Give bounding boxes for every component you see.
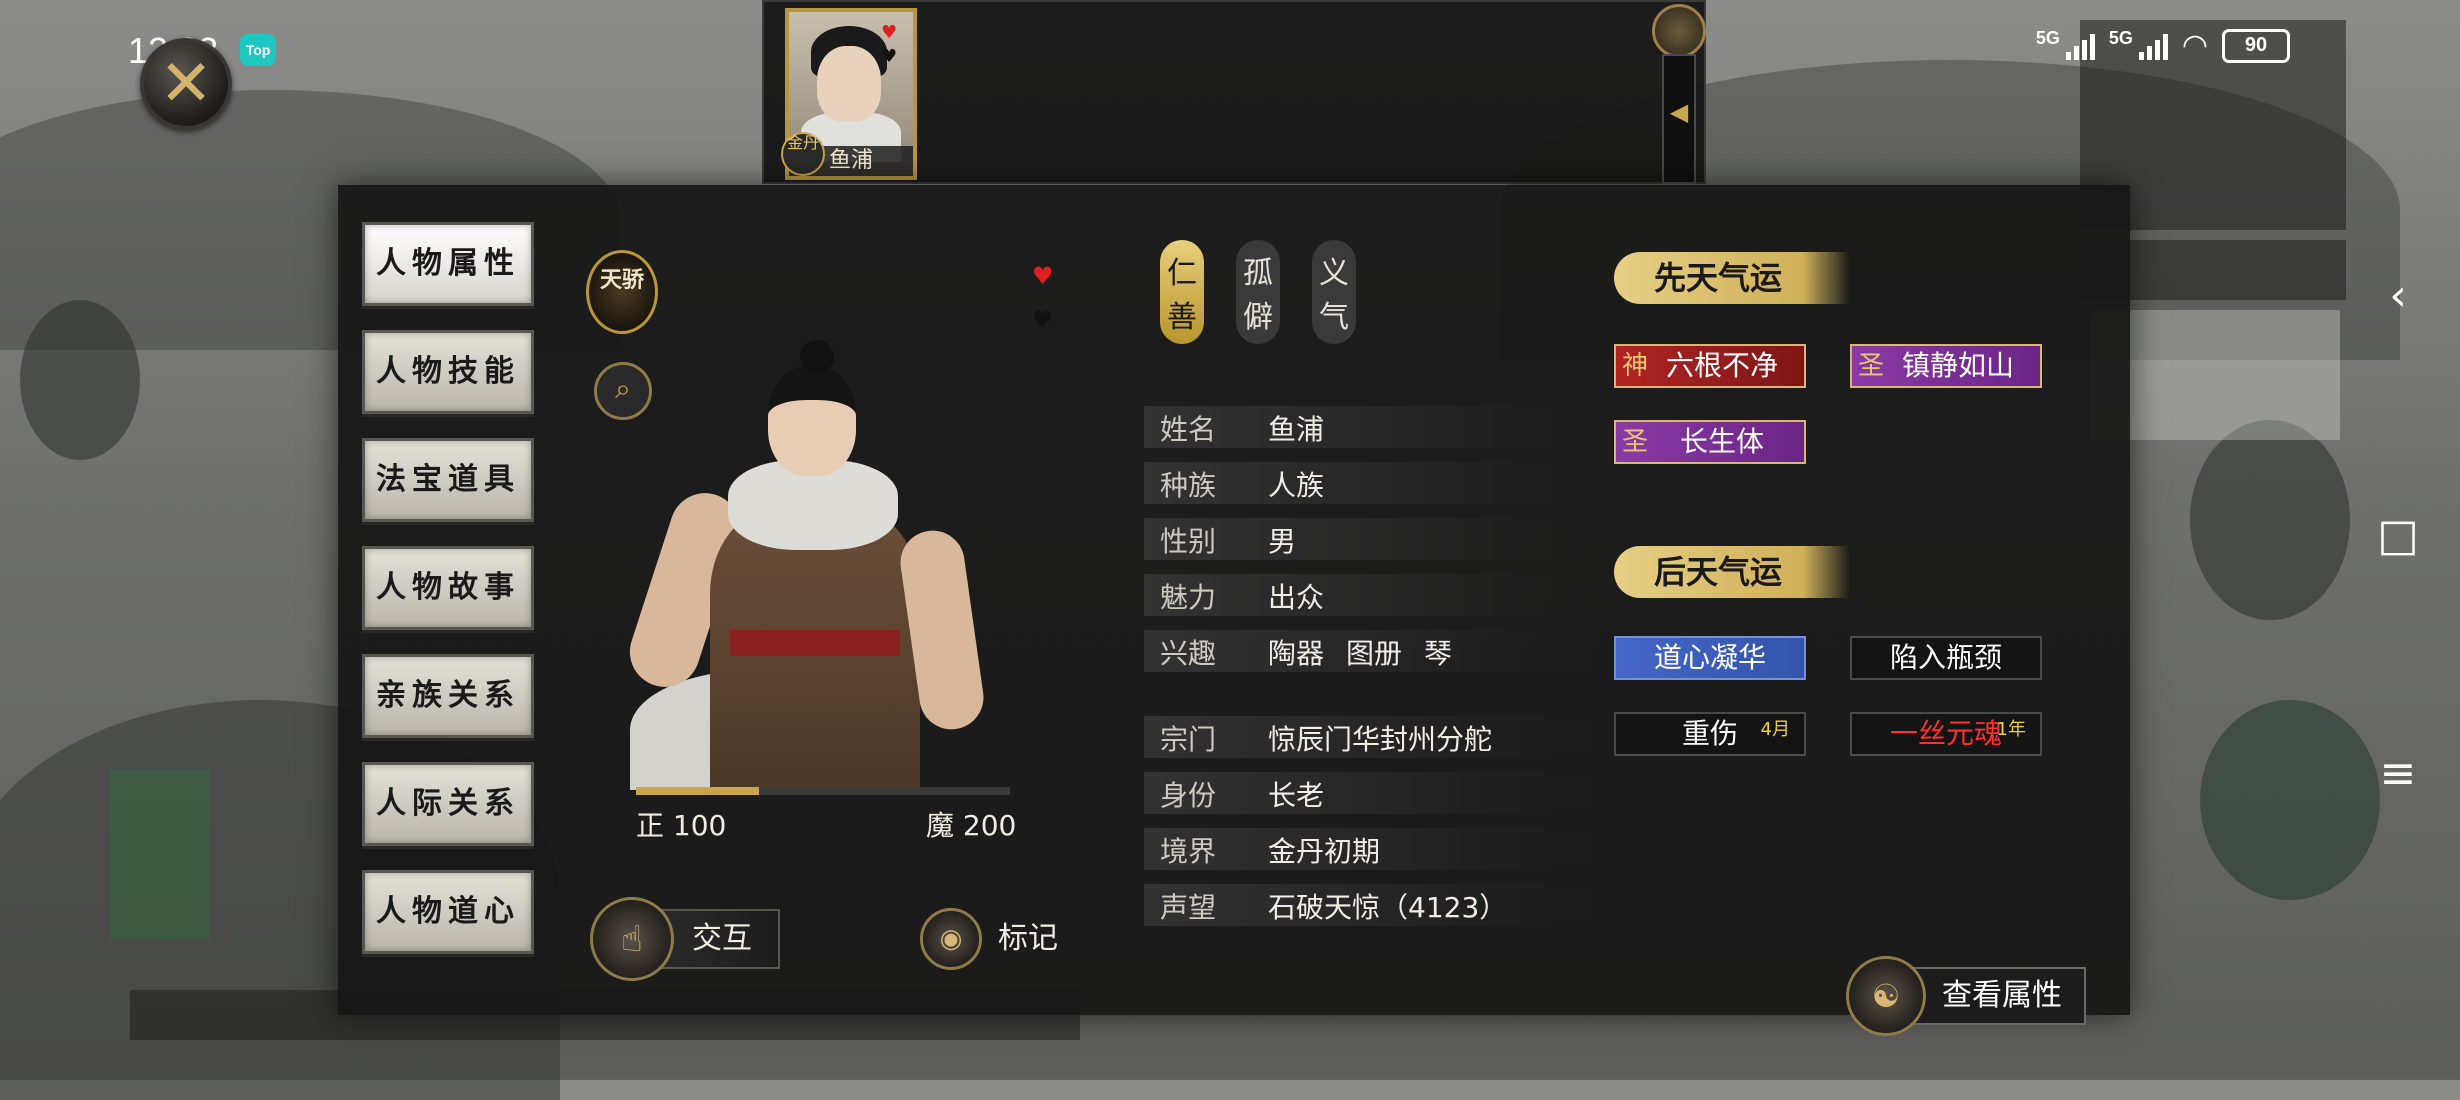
view-attributes-button[interactable]: ☯ 查看属性 [1846,956,2086,1036]
portrait-face [817,46,881,122]
heart-icon: ♥ [1032,306,1054,334]
mark-label: 标记 [998,921,1058,956]
info-row-identity: 身份 长老 [1144,772,1604,814]
interest-item: 陶器 [1268,637,1325,670]
acquired-fortune-title: 后天气运 [1614,546,1850,598]
back-arrow-icon[interactable]: ‹ [2372,270,2424,321]
fortune-tag[interactable]: 陷入瓶颈 [1850,636,2042,680]
trait-tag[interactable]: 义气 [1312,240,1356,344]
info-row-sect: 宗门 惊辰门华封州分舵 [1144,716,1604,758]
tab-story[interactable]: 人物故事 [362,546,534,630]
info-row-realm: 境界 金丹初期 [1144,828,1604,870]
interact-label: 交互 [656,909,780,969]
recent-apps-icon[interactable]: □ [2372,510,2424,561]
tab-attributes[interactable]: 人物属性 [362,222,534,306]
interact-button[interactable]: ☝ 交互 [590,897,780,981]
tab-dao-heart[interactable]: 人物道心 [362,870,534,954]
mark-button[interactable]: ◉ 标记 [920,906,1084,972]
tab-skills[interactable]: 人物技能 [362,330,534,414]
alignment-fill [636,787,760,795]
status-indicators: 5G 5G ◠ 90 [2036,28,2290,63]
heart-icon: ♥ [881,22,898,43]
good-alignment-label: 正 100 [636,809,727,842]
character-portrait-card[interactable]: ♥ ♥ 鱼浦 金丹 [781,8,917,180]
fortune-tag[interactable]: 重伤 4月 [1614,712,1806,756]
info-row-interests: 兴趣 陶器 图册琴 [1144,630,1604,672]
view-attributes-label: 查看属性 [1910,967,2086,1025]
rank-badge: 金丹 [781,132,825,176]
trait-tag[interactable]: 仁善 [1160,240,1204,344]
hand-icon: ☝ [590,897,674,981]
close-icon[interactable]: ✕ [140,38,232,130]
fortune-tag[interactable]: 道心凝华 [1614,636,1806,680]
info-row-charm: 魅力 出众 [1144,574,1604,616]
menu-icon[interactable]: ≡ [2372,748,2424,799]
fortune-tag[interactable]: 圣长生体 [1614,420,1806,464]
duration-label: 4月 [1760,719,1790,740]
tab-family[interactable]: 亲族关系 [362,654,534,738]
info-row-race: 种族 人族 [1144,462,1604,504]
battery-indicator: 90 [2222,28,2290,63]
signal-icon: 5G [2036,28,2095,60]
evil-alignment-label: 魔 200 [926,809,1017,842]
eye-icon: ◉ [920,908,982,970]
signal-icon: 5G [2109,28,2168,60]
info-row-name: 姓名 鱼浦 [1144,406,1604,448]
app-badge: Top [240,34,276,66]
fortune-tag[interactable]: 神六根不净 [1614,344,1806,388]
alignment-bar [636,787,1010,795]
fortune-tag[interactable]: 一丝元魂 1年 [1850,712,2042,756]
heart-icon: ♥ [881,46,898,67]
innate-fortune-title: 先天气运 [1614,252,1850,304]
trait-tag[interactable]: 孤僻 [1236,240,1280,344]
talent-seal[interactable]: 天骄 [586,250,658,334]
fortune-tag[interactable]: 圣镇静如山 [1850,344,2042,388]
tab-relations[interactable]: 人际关系 [362,762,534,846]
info-row-reputation: 声望 石破天惊（4123） [1144,884,1604,926]
scroll-handle[interactable] [1652,4,1706,58]
interest-item: 图册 [1346,637,1403,670]
interest-item: 琴 [1424,637,1453,670]
tab-treasures[interactable]: 法宝道具 [362,438,534,522]
wifi-icon: ◠ [2181,29,2208,62]
heart-icon: ♥ [1032,262,1054,290]
duration-label: 1年 [1996,719,2026,740]
collapse-arrow-icon[interactable]: ◀ [1662,54,1696,184]
character-artwork [610,340,1010,790]
meditate-icon: ☯ [1846,956,1926,1036]
info-row-gender: 性别男 [1144,518,1604,560]
